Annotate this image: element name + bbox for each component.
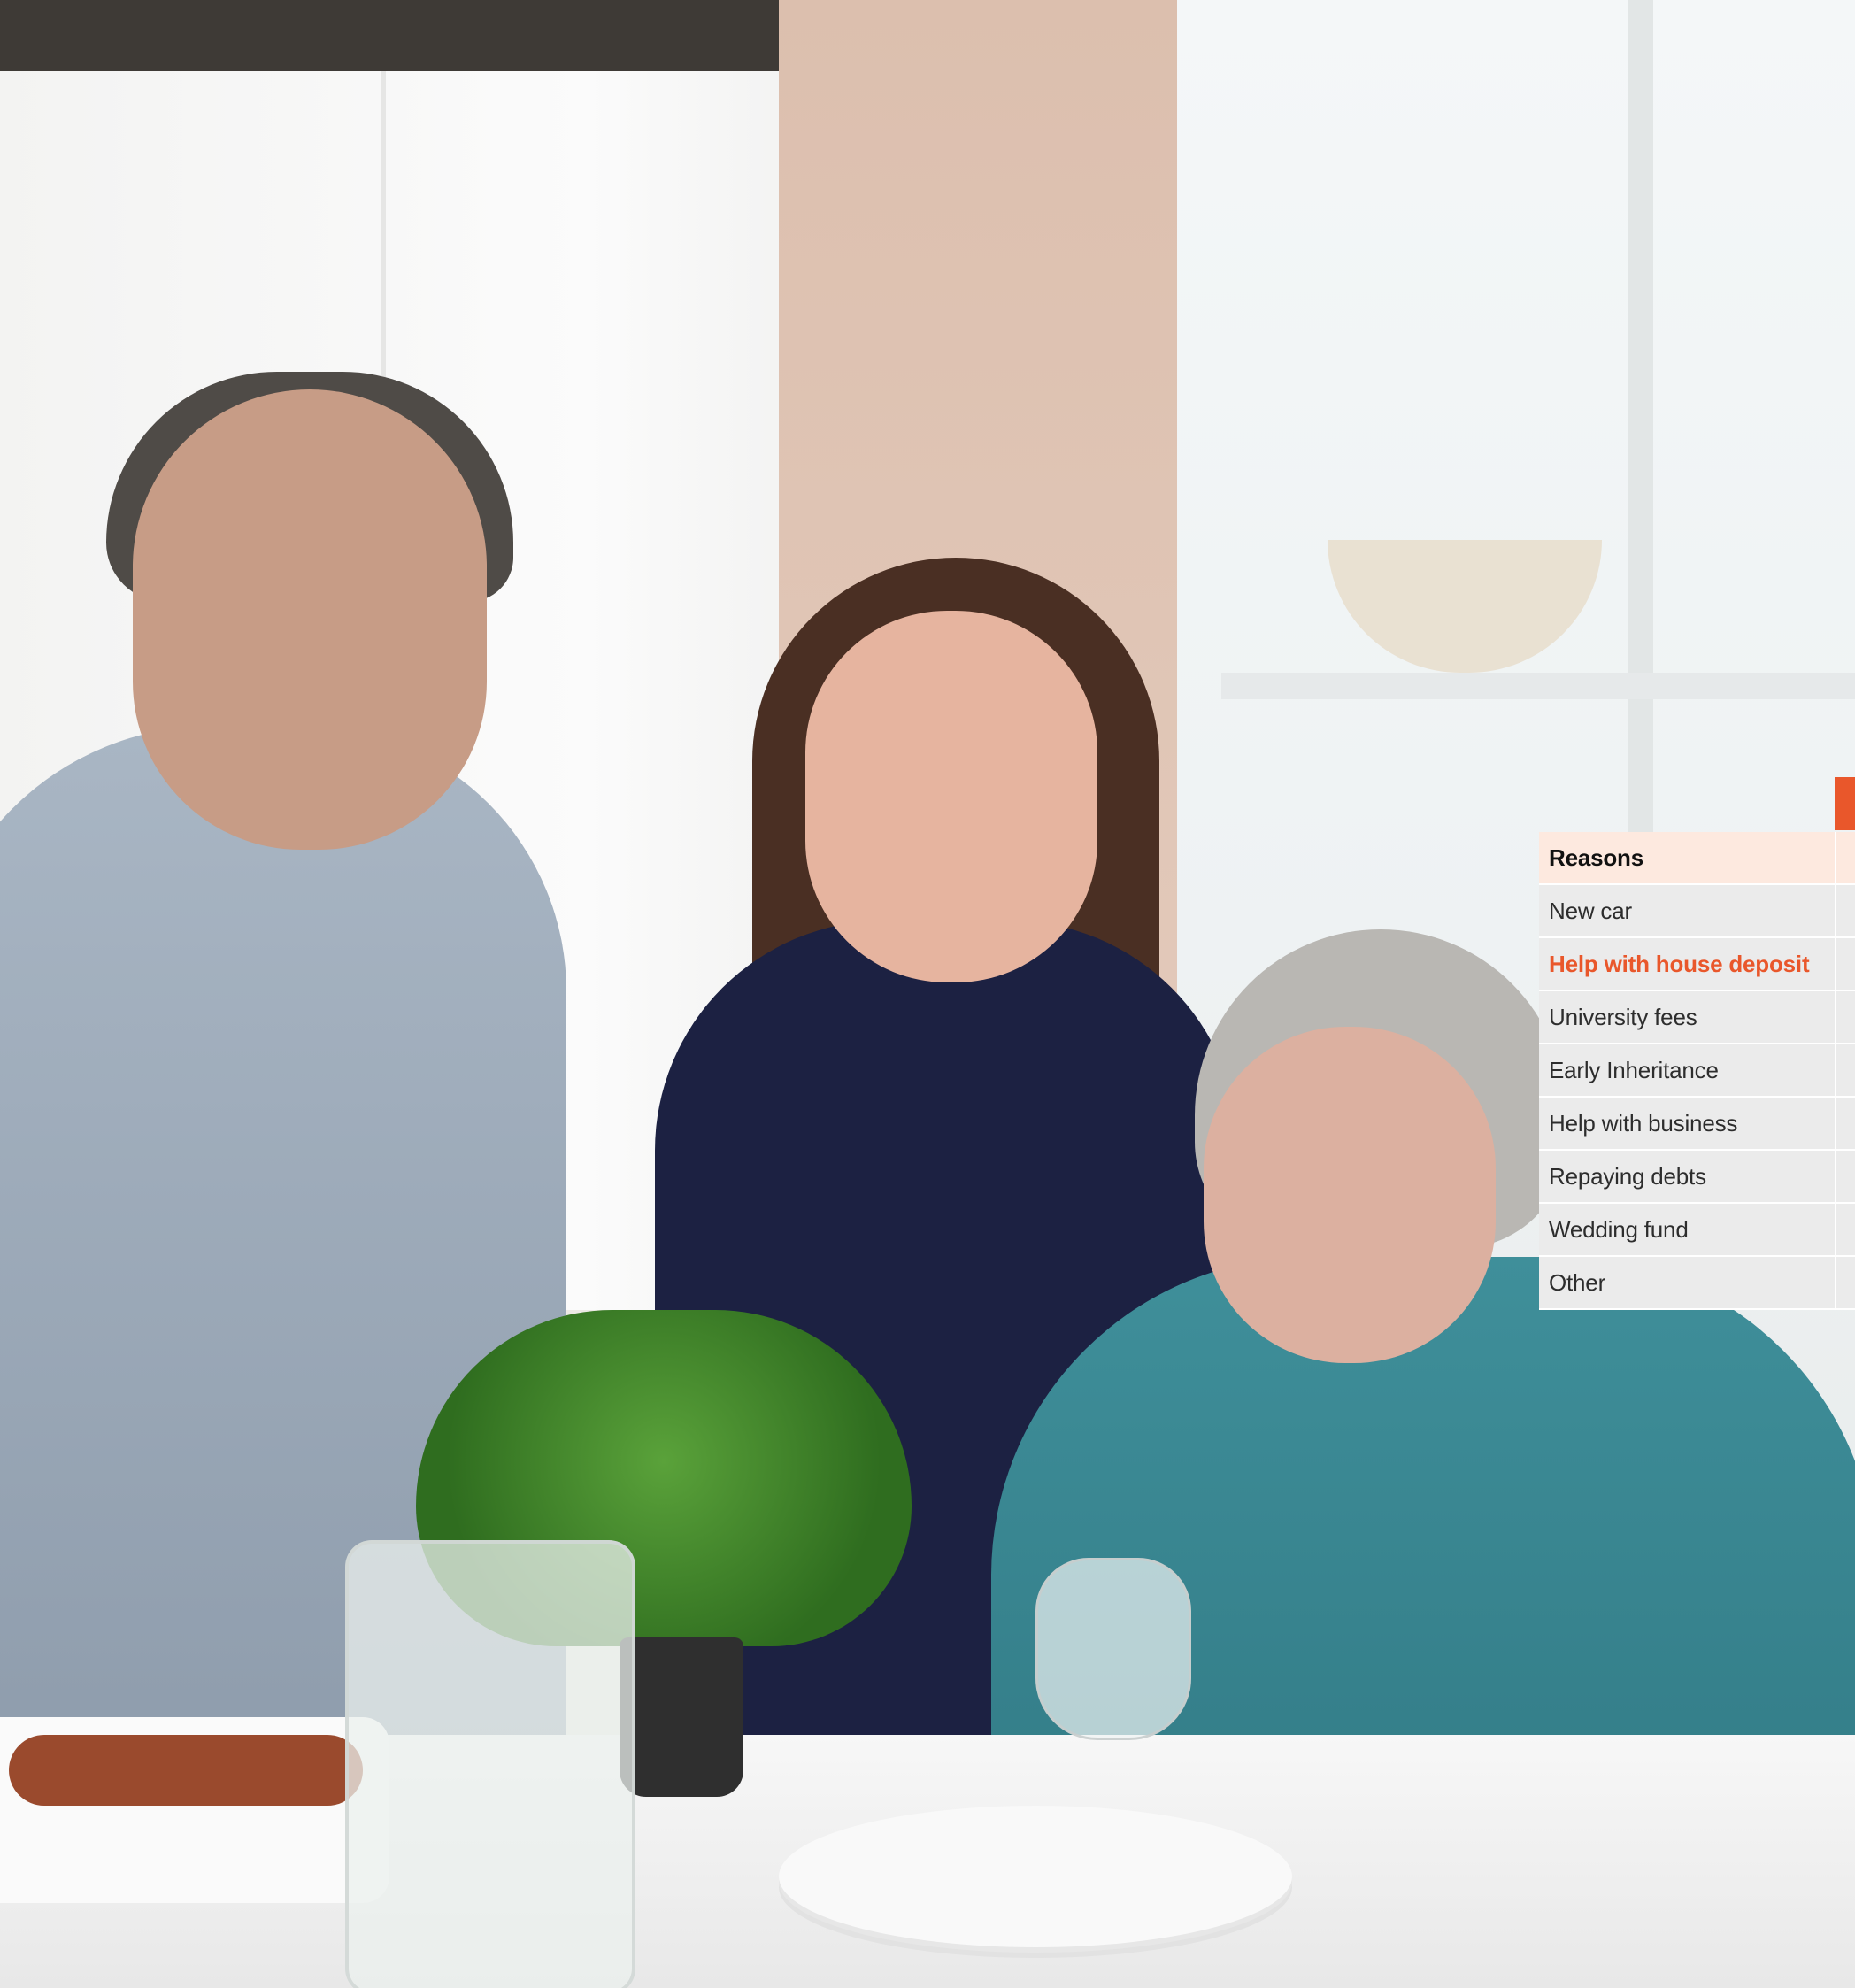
reason-cell: University fees (1539, 991, 1835, 1043)
value-cell (1836, 1044, 1855, 1096)
table-row: Help with business (1539, 1098, 1855, 1151)
young-woman-face (805, 611, 1097, 982)
table-row: Repaying debts (1539, 1151, 1855, 1204)
reasons-table: Reasons New car Help with house deposit … (1539, 832, 1855, 1310)
table-row: Early Inheritance (1539, 1044, 1855, 1098)
glass-jug (345, 1540, 635, 1988)
reason-cell: Repaying debts (1539, 1151, 1835, 1202)
table-row: New car (1539, 885, 1855, 938)
plant-pot (620, 1637, 743, 1797)
table-header-row: Reasons (1539, 832, 1855, 885)
table-row: Wedding fund (1539, 1204, 1855, 1257)
shelf (0, 0, 797, 80)
reason-cell: Wedding fund (1539, 1204, 1835, 1255)
table-accent-bar (1835, 777, 1855, 830)
table-header-reasons: Reasons (1539, 832, 1835, 883)
older-woman-face (1204, 1027, 1496, 1363)
table-row: University fees (1539, 991, 1855, 1044)
table-row-highlighted: Help with house deposit (1539, 938, 1855, 991)
value-cell (1836, 1151, 1855, 1202)
table-row: Other (1539, 1257, 1855, 1310)
reason-cell: Help with business (1539, 1098, 1835, 1149)
reason-cell: New car (1539, 885, 1835, 936)
window-frame-horizontal (1221, 673, 1855, 699)
reason-cell: Help with house deposit (1539, 938, 1835, 990)
value-cell (1836, 991, 1855, 1043)
lasagne (9, 1735, 363, 1806)
value-cell (1836, 1204, 1855, 1255)
reason-cell: Other (1539, 1257, 1835, 1308)
stacked-plates (779, 1806, 1292, 1947)
table-header-cell (1836, 832, 1855, 883)
man-face (133, 389, 487, 850)
value-cell (1836, 1257, 1855, 1308)
reason-cell: Early Inheritance (1539, 1044, 1835, 1096)
wine-glass (1035, 1558, 1191, 1740)
value-cell (1836, 885, 1855, 936)
value-cell (1836, 1098, 1855, 1149)
value-cell (1836, 938, 1855, 990)
